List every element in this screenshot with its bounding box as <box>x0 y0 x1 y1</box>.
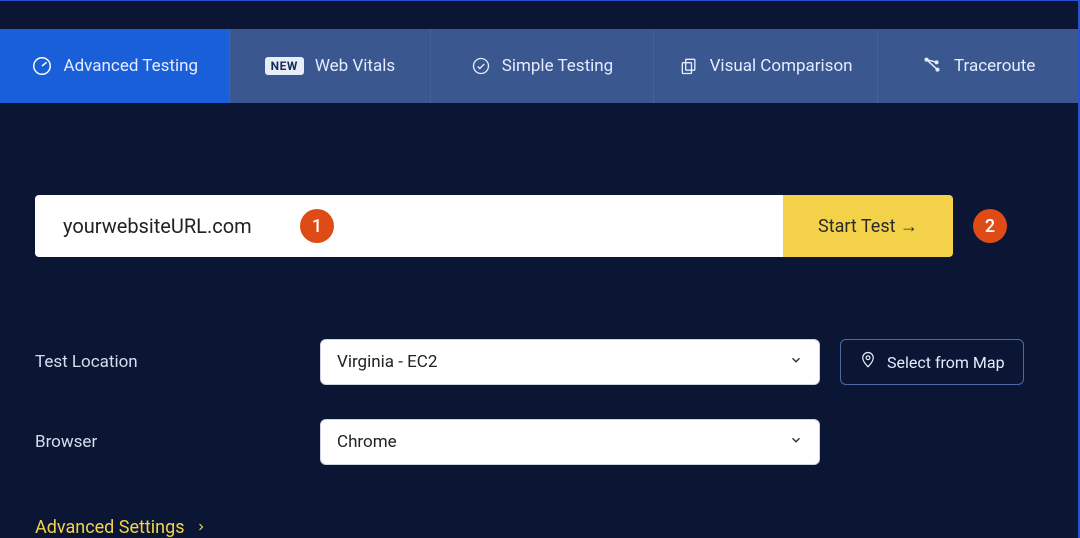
tab-label: Simple Testing <box>502 56 613 76</box>
select-value: Virginia - EC2 <box>337 352 437 372</box>
check-circle-icon <box>471 56 491 76</box>
tab-label: Web Vitals <box>315 56 395 76</box>
tab-web-vitals[interactable]: NEW Web Vitals <box>230 29 432 103</box>
test-location-select[interactable]: Virginia - EC2 <box>320 339 820 385</box>
branch-icon <box>921 55 943 77</box>
annotation-marker-2: 2 <box>973 209 1007 243</box>
url-input[interactable] <box>35 195 783 257</box>
tab-simple-testing[interactable]: Simple Testing <box>431 29 654 103</box>
map-button-label: Select from Map <box>887 353 1005 372</box>
gauge-icon <box>31 55 53 77</box>
chevron-down-icon <box>789 353 803 371</box>
annotation-marker-1: 1 <box>300 209 334 243</box>
tab-traceroute[interactable]: Traceroute <box>878 29 1078 103</box>
tab-label: Visual Comparison <box>710 56 853 76</box>
select-value: Chrome <box>337 432 397 452</box>
chevron-down-icon <box>789 433 803 451</box>
tab-advanced-testing[interactable]: Advanced Testing <box>0 29 230 103</box>
test-location-label: Test Location <box>35 352 320 372</box>
tab-label: Traceroute <box>954 56 1035 76</box>
map-pin-icon <box>859 351 877 373</box>
browser-label: Browser <box>35 432 320 452</box>
url-row: Start Test → 1 2 <box>35 195 953 257</box>
start-test-button[interactable]: Start Test → <box>783 195 953 257</box>
copy-icon <box>679 56 699 76</box>
browser-select[interactable]: Chrome <box>320 419 820 465</box>
tab-bar: Advanced Testing NEW Web Vitals Simple T… <box>0 29 1078 103</box>
tab-visual-comparison[interactable]: Visual Comparison <box>654 29 879 103</box>
new-badge: NEW <box>265 57 304 75</box>
tab-label: Advanced Testing <box>64 56 199 76</box>
select-from-map-button[interactable]: Select from Map <box>840 339 1024 385</box>
